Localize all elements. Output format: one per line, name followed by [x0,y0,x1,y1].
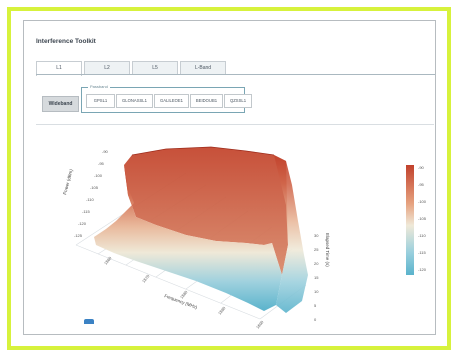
x-tick: 1600 [255,319,265,330]
y-axis-label: Power (dBm) [62,168,74,195]
y-tick: -125 [74,233,83,238]
y-tick: -105 [90,185,99,190]
y-tick: -90 [102,149,109,154]
colorbar-tick: -100 [418,199,427,204]
passband-button-group: GPSL1 GLONASSL1 GALILEOE1 BEIDOUB1 QZSSL… [86,94,253,108]
page-title: Interference Toolkit [36,38,96,45]
plot-container: -90 -95 -100 -105 -110 -115 -120 -125 Po… [36,124,434,335]
y-tick: -100 [94,173,103,178]
surface-mesh [94,146,308,313]
z-tick: 25 [314,247,319,252]
glonassl1-button[interactable]: GLONASSL1 [116,94,153,108]
galileoe1-button[interactable]: GALILEOE1 [154,94,189,108]
beidoub1-button[interactable]: BEIDOUB1 [190,94,223,108]
tab-l2[interactable]: L2 [84,61,130,75]
z-tick: 20 [314,261,319,266]
z-tick: 10 [314,289,319,294]
passband-legend: Passband [88,84,110,89]
tab-l-band[interactable]: L-Band [180,61,226,75]
y-tick: -120 [78,221,87,226]
toolkit-panel: Interference Toolkit L1 L2 L5 L-Band Wid… [23,20,436,335]
tab-l5[interactable]: L5 [132,61,178,75]
band-tabs: L1 L2 L5 L-Band [36,61,228,76]
z-tick: 15 [314,275,319,280]
tab-divider [36,74,435,75]
z-axis-label: Elapsed Time (s) [325,233,330,267]
wideband-button[interactable]: Wideband [42,96,79,112]
qzssl1-button[interactable]: QZSSL1 [224,94,252,108]
surface-plot[interactable]: -90 -95 -100 -105 -110 -115 -120 -125 Po… [36,125,434,335]
gpsl1-button[interactable]: GPSL1 [86,94,115,108]
colorbar-tick: -90 [418,165,425,170]
y-axis-ticks: -90 -95 -100 -105 -110 -115 -120 -125 [74,149,109,238]
z-tick: 30 [314,233,319,238]
y-tick: -115 [82,209,90,214]
colorbar-tick: -105 [418,216,427,221]
colorbar-tick: -95 [418,182,425,187]
z-axis-ticks: 30 25 20 15 10 5 0 [314,233,319,322]
colorbar-tick: -115 [418,250,426,255]
colorbar-ticks: -90 -95 -100 -105 -110 -115 -120 [418,165,427,272]
y-tick: -110 [86,197,94,202]
passband-fieldset: Passband GPSL1 GLONASSL1 GALILEOE1 BEIDO… [81,84,252,113]
z-tick: 0 [314,317,317,322]
y-tick: -95 [98,161,105,166]
x-tick: 1590 [217,305,227,316]
colorbar [406,165,414,275]
scroll-indicator[interactable] [84,319,94,324]
colorbar-tick: -110 [418,233,426,238]
z-tick: 5 [314,303,317,308]
colorbar-tick: -120 [418,267,427,272]
